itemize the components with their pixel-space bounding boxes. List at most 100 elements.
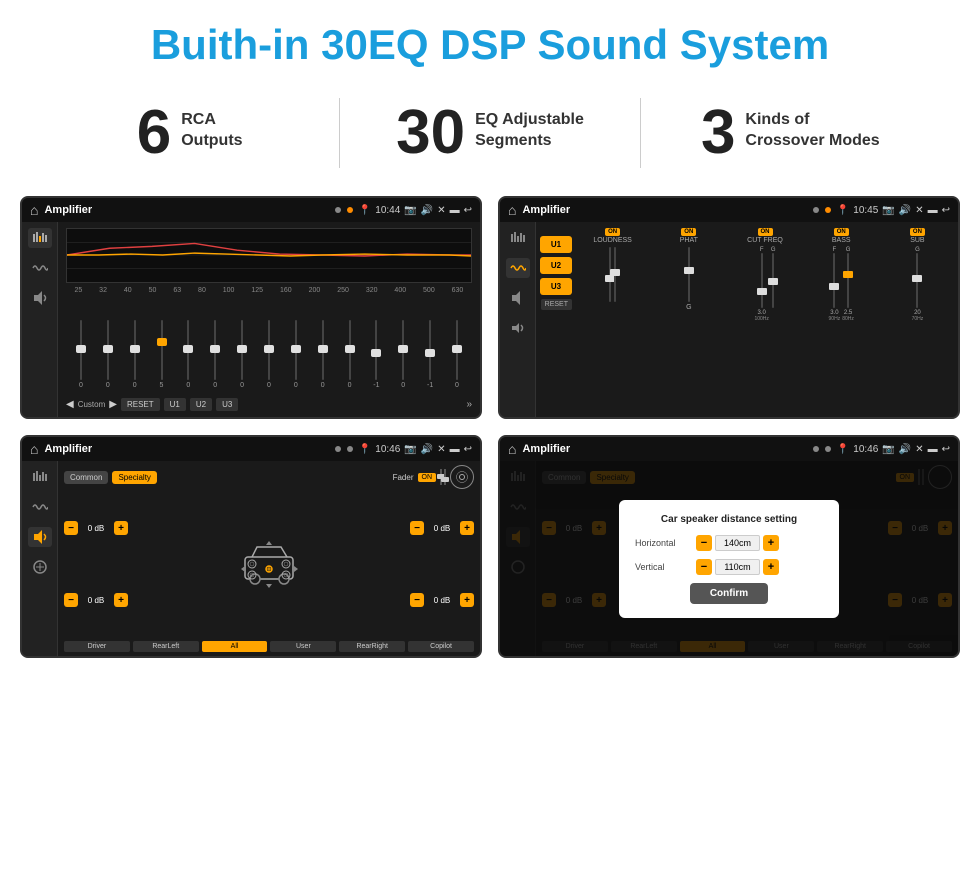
preset-u2[interactable]: U2 (540, 257, 572, 274)
eq-prev-btn[interactable]: ◀ (66, 399, 74, 410)
btn-driver[interactable]: Driver (64, 641, 130, 652)
eq-slider-4[interactable]: 0 (175, 314, 201, 394)
stat-rca: 6 RCA Outputs (60, 102, 319, 164)
bass-slider-f[interactable] (833, 253, 835, 308)
status-bar-distance: ⌂ Amplifier 📍 10:46 📷 🔊 ✕ ▬ ↩ (500, 437, 958, 461)
btn-all[interactable]: All (202, 641, 268, 652)
expand-icon[interactable]: » (466, 399, 472, 410)
back-icon-2[interactable]: ↩ (942, 205, 950, 216)
sub-slider[interactable] (916, 253, 918, 308)
preset-u1[interactable]: U1 (540, 236, 572, 253)
eq-slider-12[interactable]: 0 (390, 314, 416, 394)
fader-tab-specialty[interactable]: Specialty (112, 471, 156, 484)
nav-eq-icon-3[interactable] (28, 467, 52, 487)
eq-slider-1[interactable]: 0 (95, 314, 121, 394)
horizontal-minus-btn[interactable]: − (696, 535, 712, 551)
close-icon-2: ✕ (915, 205, 923, 216)
back-icon-4[interactable]: ↩ (942, 444, 950, 455)
camera-icon: 📷 (404, 205, 416, 216)
db-plus-tr[interactable]: + (460, 521, 474, 535)
ctrl-phat: ON PHAT G (652, 228, 725, 413)
vertical-value: 110cm (715, 559, 760, 575)
db-minus-bl[interactable]: − (64, 593, 78, 607)
home-icon-4[interactable]: ⌂ (508, 441, 516, 457)
distance-time: 10:46 (853, 444, 878, 455)
crossover-side-nav (500, 222, 536, 417)
stat-eq: 30 EQ Adjustable Segments (360, 102, 619, 164)
eq-u1-btn[interactable]: U1 (164, 398, 186, 411)
crossover-reset[interactable]: RESET (541, 299, 572, 310)
db-plus-bl[interactable]: + (114, 593, 128, 607)
eq-slider-11[interactable]: -1 (363, 314, 389, 394)
home-icon[interactable]: ⌂ (30, 202, 38, 218)
db-minus-br[interactable]: − (410, 593, 424, 607)
status-icons-crossover: 📍 10:45 📷 🔊 ✕ ▬ ↩ (837, 205, 950, 216)
loudness-slider-r[interactable] (614, 247, 616, 302)
back-icon-3[interactable]: ↩ (464, 444, 472, 455)
eq-slider-14[interactable]: 0 (444, 314, 470, 394)
horizontal-plus-btn[interactable]: + (763, 535, 779, 551)
eq-slider-13[interactable]: -1 (417, 314, 443, 394)
nav-speaker-icon-2[interactable] (506, 288, 530, 308)
eq-slider-8[interactable]: 0 (283, 314, 309, 394)
db-minus-tl[interactable]: − (64, 521, 78, 535)
nav-eq-icon[interactable] (28, 228, 52, 248)
crossover-screen-title: Amplifier (522, 204, 806, 216)
cutfreq-slider-f[interactable] (761, 253, 763, 308)
car-diagram-center (134, 492, 404, 636)
eq-reset-btn[interactable]: RESET (121, 398, 160, 411)
fader-tabs: Common Specialty (64, 471, 157, 484)
vertical-minus-btn[interactable]: − (696, 559, 712, 575)
crossover-time: 10:45 (853, 205, 878, 216)
eq-slider-9[interactable]: 0 (310, 314, 336, 394)
cutfreq-label: CUT FREQ (747, 237, 783, 244)
screen-eq: ⌂ Amplifier 📍 10:44 📷 🔊 ✕ ▬ ↩ (20, 196, 482, 419)
fader-on-btn[interactable]: ON (418, 473, 437, 482)
preset-buttons: U1 U2 U3 RESET (540, 226, 572, 413)
db-plus-tl[interactable]: + (114, 521, 128, 535)
nav-speaker-icon-3[interactable] (28, 527, 52, 547)
vertical-plus-btn[interactable]: + (763, 559, 779, 575)
eq-u3-btn[interactable]: U3 (216, 398, 238, 411)
eq-freq-labels: 25324050 6380100125 160200250320 4005006… (66, 287, 472, 294)
eq-bottom-bar: ◀ Custom ▶ RESET U1 U2 U3 » (66, 398, 472, 411)
cutfreq-slider-g[interactable] (772, 253, 774, 308)
eq-u2-btn[interactable]: U2 (190, 398, 212, 411)
bass-slider-g[interactable] (847, 253, 849, 308)
fader-label: Fader (393, 473, 414, 482)
btn-rearright[interactable]: RearRight (339, 641, 405, 652)
eq-graph (66, 228, 472, 283)
btn-rearleft[interactable]: RearLeft (133, 641, 199, 652)
eq-slider-0[interactable]: 0 (68, 314, 94, 394)
db-minus-tr[interactable]: − (410, 521, 424, 535)
db-control-tr: − 0 dB + (410, 521, 474, 535)
phat-slider[interactable] (688, 247, 690, 302)
nav-speaker-icon[interactable] (28, 288, 52, 308)
home-icon-2[interactable]: ⌂ (508, 202, 516, 218)
home-icon-3[interactable]: ⌂ (30, 441, 38, 457)
eq-next-btn[interactable]: ▶ (109, 399, 117, 410)
eq-slider-7[interactable]: 0 (256, 314, 282, 394)
back-icon[interactable]: ↩ (464, 205, 472, 216)
stat-crossover-number: 3 (701, 102, 735, 164)
fader-tab-common[interactable]: Common (64, 471, 108, 484)
settings-icon[interactable] (450, 465, 474, 489)
confirm-button[interactable]: Confirm (690, 583, 768, 604)
eq-slider-10[interactable]: 0 (337, 314, 363, 394)
eq-slider-2[interactable]: 0 (122, 314, 148, 394)
preset-u3[interactable]: U3 (540, 278, 572, 295)
fader-slider-2[interactable] (444, 469, 446, 485)
nav-eq-icon-2[interactable] (506, 228, 530, 248)
db-value-tl: 0 dB (81, 524, 111, 533)
eq-slider-3[interactable]: 5 (149, 314, 175, 394)
nav-wave-icon[interactable] (28, 258, 52, 278)
nav-expand-icon-3[interactable] (28, 557, 52, 577)
db-plus-br[interactable]: + (460, 593, 474, 607)
nav-wave-icon-2[interactable] (506, 258, 530, 278)
nav-volume-icon-2[interactable] (506, 318, 530, 338)
nav-wave-icon-3[interactable] (28, 497, 52, 517)
btn-user[interactable]: User (270, 641, 336, 652)
btn-copilot[interactable]: Copilot (408, 641, 474, 652)
eq-slider-6[interactable]: 0 (229, 314, 255, 394)
eq-slider-5[interactable]: 0 (202, 314, 228, 394)
